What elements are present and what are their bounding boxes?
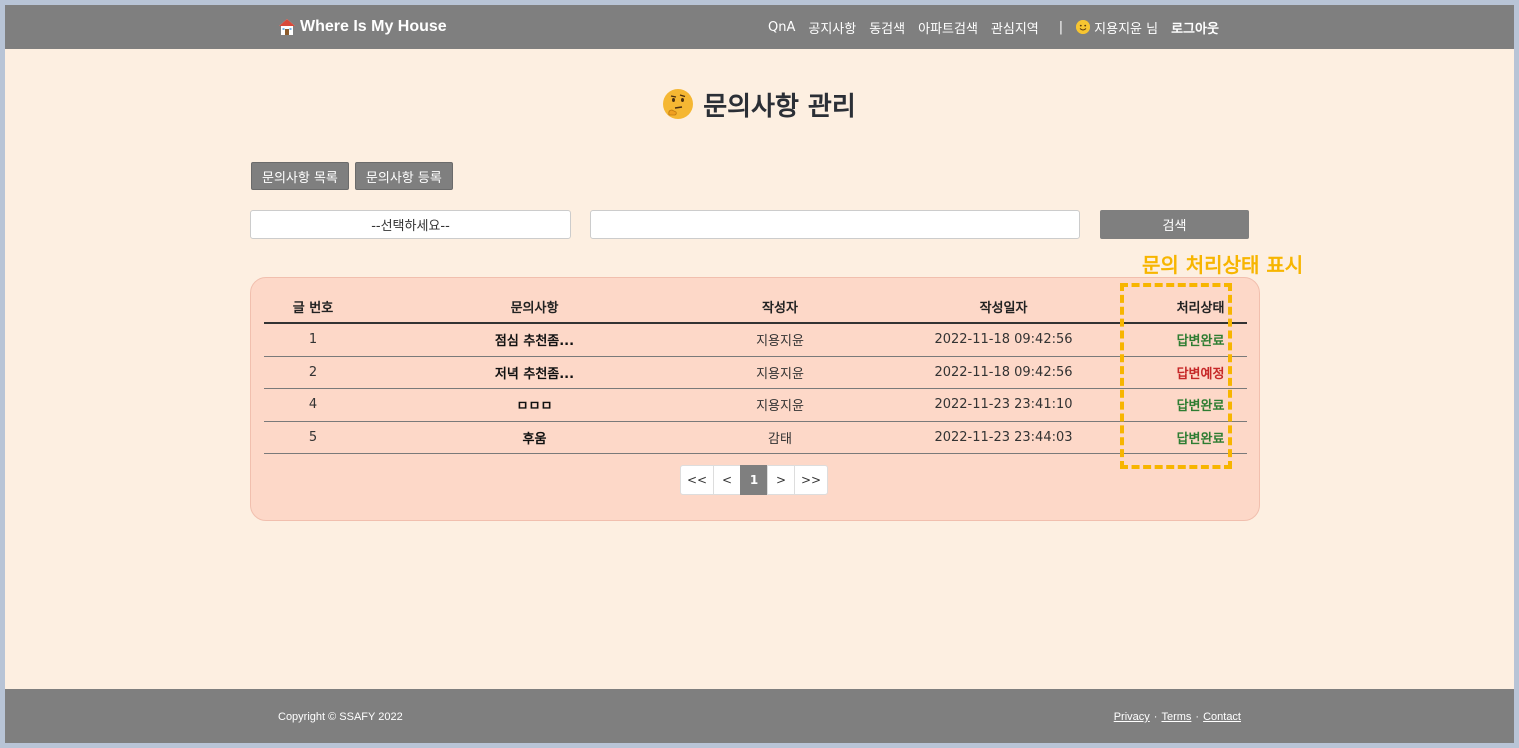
cell-no: 2 [308,364,318,380]
brand-name[interactable]: Where Is My House [300,18,447,36]
cell-title[interactable]: 점심 추천좀... [362,330,707,349]
pagination: << < 1 > >> [680,465,828,495]
browser-viewport: Where Is My House QnA 공지사항 동검색 아파트검색 관심지… [5,5,1514,743]
page-last-button[interactable]: >> [794,465,828,495]
cell-title[interactable]: 저녁 추천좀... [362,363,707,382]
search-category-value: --선택하세요-- [371,219,450,234]
cell-date: 2022-11-18 09:42:56 [934,364,1073,380]
logout-link[interactable]: 로그아웃 [1171,18,1219,37]
navbar: Where Is My House QnA 공지사항 동검색 아파트검색 관심지… [5,5,1514,49]
cell-author: 지용지윤 [756,366,804,382]
search-input[interactable] [590,210,1080,239]
footer: Copyright © SSAFY 2022 Privacy · Terms ·… [5,689,1514,743]
nav-menu: QnA 공지사항 동검색 아파트검색 관심지역 | 지용지윤 님 로그아웃 [768,18,1219,37]
nav-link-qna[interactable]: QnA [768,20,795,35]
footer-links: Privacy · Terms · Contact [1114,711,1241,723]
smile-icon [1076,20,1091,34]
brand-logo[interactable]: Where Is My House [278,17,447,37]
nav-link-interest[interactable]: 관심지역 [991,18,1039,37]
tab-buttons: 문의사항 목록 문의사항 등록 [251,162,453,190]
header-no: 글 번호 [292,300,334,316]
cell-no: 4 [308,397,318,413]
nav-link-dong-search[interactable]: 동검색 [869,18,905,37]
privacy-link[interactable]: Privacy [1114,711,1150,723]
page-current-button[interactable]: 1 [740,465,768,495]
nav-link-notice[interactable]: 공지사항 [808,18,856,37]
terms-link[interactable]: Terms [1161,711,1191,723]
contact-link[interactable]: Contact [1203,711,1241,723]
house-icon [279,19,295,35]
header-date: 작성일자 [979,300,1028,316]
copyright-text: Copyright © SSAFY 2022 [278,711,403,723]
cell-author: 지용지윤 [756,399,804,415]
page-title: 문의사항 관리 [5,87,1514,122]
nav-separator: | [1058,19,1064,35]
table-header: 글 번호 문의사항 작성자 작성일자 처리상태 [264,290,1247,324]
user-name: 지용지윤 님 [1094,21,1159,37]
cell-no: 1 [308,332,318,348]
page-next-button[interactable]: > [767,465,795,495]
cell-author: 감태 [768,431,792,447]
header-title: 문의사항 [510,300,559,316]
cell-title[interactable]: ㅁㅁㅁ [362,395,707,414]
table-row[interactable]: 1 점심 추천좀... 지용지윤 2022-11-18 09:42:56 답변완… [264,324,1247,357]
footer-dot: · [1153,711,1158,723]
page-title-text: 문의사항 관리 [703,91,856,122]
cell-title[interactable]: 후움 [362,428,707,447]
search-category-select[interactable]: --선택하세요-- [250,210,571,239]
table-row[interactable]: 2 저녁 추천좀... 지용지윤 2022-11-18 09:42:56 답변예… [264,357,1247,389]
search-button[interactable]: 검색 [1100,210,1249,239]
cell-date: 2022-11-23 23:41:10 [934,397,1073,413]
thinking-face-icon [663,89,694,119]
user-info: 지용지윤 님 [1076,18,1158,37]
annotation-label: 문의 처리상태 표시 [1142,253,1304,277]
status-highlight-box [1120,283,1232,469]
nav-link-apt-search[interactable]: 아파트검색 [918,18,978,37]
header-author: 작성자 [762,300,798,316]
page-prev-button[interactable]: < [713,465,741,495]
table-row[interactable]: 4 ㅁㅁㅁ 지용지윤 2022-11-23 23:41:10 답변완료 [264,389,1247,422]
cell-date: 2022-11-18 09:42:56 [934,332,1073,348]
footer-dot: · [1195,711,1200,723]
cell-no: 5 [308,429,318,445]
inquiry-list-button[interactable]: 문의사항 목록 [251,162,349,190]
inquiry-register-button[interactable]: 문의사항 등록 [354,162,453,190]
table-row[interactable]: 5 후움 감태 2022-11-23 23:44:03 답변완료 [264,422,1247,454]
page-first-button[interactable]: << [680,465,714,495]
inquiry-table: 글 번호 문의사항 작성자 작성일자 처리상태 1 점심 추천좀... 지용지윤… [264,290,1247,454]
cell-date: 2022-11-23 23:44:03 [934,429,1073,445]
cell-author: 지용지윤 [756,334,804,350]
